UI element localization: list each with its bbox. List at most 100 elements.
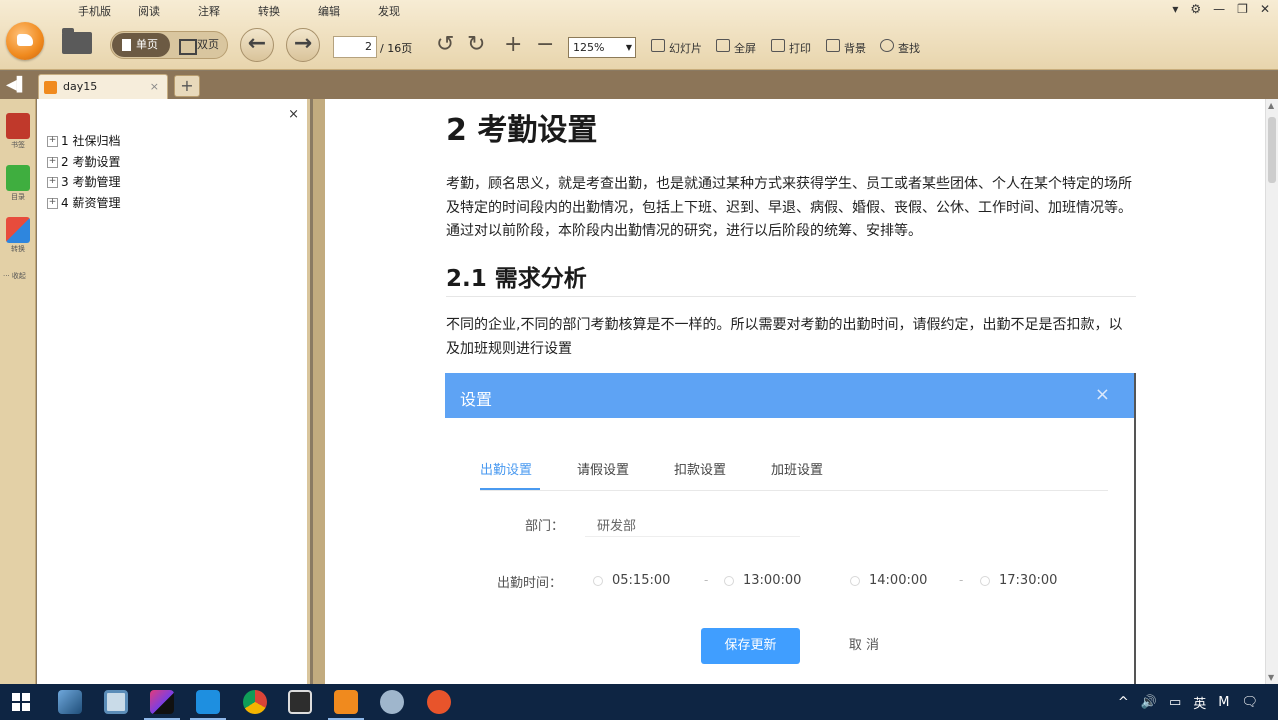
- menu-mobile[interactable]: 手机版: [78, 3, 138, 19]
- tab-day15[interactable]: day15 ×: [38, 74, 168, 99]
- scroll-up-icon[interactable]: ▲: [1268, 101, 1274, 110]
- find-button[interactable]: 查找: [880, 39, 920, 56]
- outline-panel: × 1 社保归档 2 考勤设置 3 考勤管理 4 薪资管理: [37, 99, 310, 684]
- red-circle-app-icon[interactable]: [427, 690, 451, 714]
- dialog-tabs: 出勤设置 请假设置 扣款设置 加班设置: [480, 459, 868, 478]
- dropdown-icon[interactable]: ▾: [1172, 2, 1178, 16]
- bookmark-icon: [6, 113, 30, 139]
- outline-item[interactable]: 1 社保归档: [47, 131, 120, 152]
- print-label: 打印: [789, 42, 811, 55]
- body-paragraph: 不同的企业,不同的部门考勤核算是不一样的。所以需要对考勤的出勤时间，请假约定，出…: [446, 317, 1123, 357]
- feather-app-icon[interactable]: [380, 690, 404, 714]
- outline-item[interactable]: 2 考勤设置: [47, 152, 120, 173]
- clock-icon: [593, 576, 603, 586]
- subsection-heading: 2.1 需求分析: [446, 266, 587, 292]
- fullscreen-label: 全屏: [734, 42, 756, 55]
- settings-dialog-image: 设置 × 出勤设置 请假设置 扣款设置 加班设置 部门： 研发部 出勤时间： 0…: [445, 373, 1136, 684]
- outline-item[interactable]: 4 薪资管理: [47, 193, 120, 214]
- menu-read[interactable]: 阅读: [138, 3, 198, 19]
- double-page-button[interactable]: 双页: [177, 33, 219, 57]
- new-tab-button[interactable]: +: [174, 75, 200, 97]
- tab-leave: 请假设置: [577, 463, 630, 478]
- rail-collapse[interactable]: ··· 收起: [3, 271, 26, 281]
- zoom-in-icon[interactable]: +: [504, 33, 522, 57]
- single-page-button[interactable]: 单页: [112, 33, 170, 57]
- convert-label: 转换: [11, 245, 25, 253]
- scroll-down-icon[interactable]: ▼: [1268, 673, 1274, 682]
- time-field: 14:00:00: [842, 568, 962, 596]
- menu-discover[interactable]: 发现: [378, 3, 438, 19]
- collapse-sidebar-icon[interactable]: ◀▌: [6, 77, 28, 93]
- file-explorer-icon[interactable]: [104, 690, 128, 714]
- windows-start-icon[interactable]: [12, 693, 30, 711]
- menu-bar: 手机版 阅读 注释 转换 编辑 发现: [78, 3, 438, 19]
- typora-icon[interactable]: [288, 690, 312, 714]
- clock-icon: [980, 576, 990, 586]
- open-folder-icon[interactable]: [62, 28, 92, 54]
- outline-item[interactable]: 3 考勤管理: [47, 172, 120, 193]
- back-arrow-icon[interactable]: ←: [240, 28, 274, 62]
- outline-close-icon[interactable]: ×: [288, 107, 299, 122]
- clock-icon: [850, 576, 860, 586]
- app-toolbar: 手机版 阅读 注释 转换 编辑 发现 ▾ ⚙ — ❐ ✕ 单页 双页 ← → 2…: [0, 0, 1278, 70]
- tab-divider: [480, 490, 1108, 491]
- blue-swirl-app-icon[interactable]: [58, 690, 82, 714]
- forward-arrow-icon[interactable]: →: [286, 28, 320, 62]
- slideshow-icon: [651, 39, 665, 52]
- cancel-button: 取 消: [848, 638, 880, 653]
- time-field: 05:15:00: [585, 568, 705, 596]
- minimize-icon[interactable]: —: [1213, 2, 1225, 16]
- menu-annotate[interactable]: 注释: [198, 3, 258, 19]
- window-controls: ▾ ⚙ — ❐ ✕: [1172, 2, 1270, 16]
- printer-icon: [771, 39, 785, 52]
- restore-icon[interactable]: ❐: [1237, 2, 1248, 16]
- tray-expand-icon[interactable]: ^: [1118, 695, 1129, 710]
- zoom-select[interactable]: 125%: [568, 37, 636, 58]
- vscode-icon[interactable]: [190, 690, 226, 720]
- battery-icon[interactable]: ▭: [1169, 695, 1181, 710]
- pdf-reader-icon[interactable]: [328, 690, 364, 720]
- background-icon: [826, 39, 840, 52]
- view-mode-toggle: 单页 双页: [110, 31, 228, 59]
- zoom-out-icon[interactable]: −: [536, 33, 554, 57]
- chrome-icon[interactable]: [243, 690, 267, 714]
- volume-icon[interactable]: 🔊: [1141, 695, 1157, 710]
- windows-taskbar: ^ 🔊 ▭ 英 M 🗨: [0, 684, 1278, 720]
- outline-list: 1 社保归档 2 考勤设置 3 考勤管理 4 薪资管理: [47, 131, 120, 213]
- save-button: 保存更新: [701, 628, 800, 664]
- notification-icon[interactable]: 🗨: [1241, 695, 1258, 710]
- scroll-thumb[interactable]: [1268, 117, 1276, 183]
- outline-button[interactable]: 目录: [4, 165, 32, 202]
- settings-icon[interactable]: ⚙: [1190, 2, 1201, 16]
- fullscreen-button[interactable]: 全屏: [716, 39, 756, 56]
- menu-convert[interactable]: 转换: [258, 3, 318, 19]
- convert-button[interactable]: 转换: [4, 217, 32, 254]
- range-separator: -: [959, 573, 964, 587]
- intellij-idea-icon[interactable]: [144, 690, 180, 720]
- pdf-file-icon: [44, 81, 57, 94]
- close-icon[interactable]: ✕: [1260, 2, 1270, 16]
- time-field: 13:00:00: [716, 568, 836, 596]
- panel-splitter[interactable]: [313, 99, 325, 684]
- rotate-left-icon[interactable]: ↺: [436, 33, 454, 57]
- section-heading: 2 考勤设置: [446, 113, 598, 148]
- time-value: 14:00:00: [869, 573, 928, 588]
- bookmark-button[interactable]: 书签: [4, 113, 32, 150]
- ime-mode-icon[interactable]: M: [1218, 695, 1229, 710]
- find-label: 查找: [898, 42, 920, 55]
- input-language[interactable]: 英: [1193, 693, 1206, 712]
- page-number-input[interactable]: 2: [333, 36, 377, 58]
- tab-overtime: 加班设置: [771, 463, 824, 478]
- background-button[interactable]: 背景: [826, 39, 866, 56]
- rotate-right-icon[interactable]: ↻: [467, 33, 485, 57]
- app-logo-icon[interactable]: [6, 22, 44, 60]
- vertical-scrollbar[interactable]: ▲ ▼: [1265, 99, 1278, 684]
- time-value: 13:00:00: [743, 573, 802, 588]
- fullscreen-icon: [716, 39, 730, 52]
- print-button[interactable]: 打印: [771, 39, 811, 56]
- menu-edit[interactable]: 编辑: [318, 3, 378, 19]
- tab-title: day15: [63, 80, 98, 93]
- slideshow-button[interactable]: 幻灯片: [651, 39, 702, 56]
- tab-close-icon[interactable]: ×: [150, 80, 159, 93]
- dialog-header: 设置 ×: [445, 373, 1134, 418]
